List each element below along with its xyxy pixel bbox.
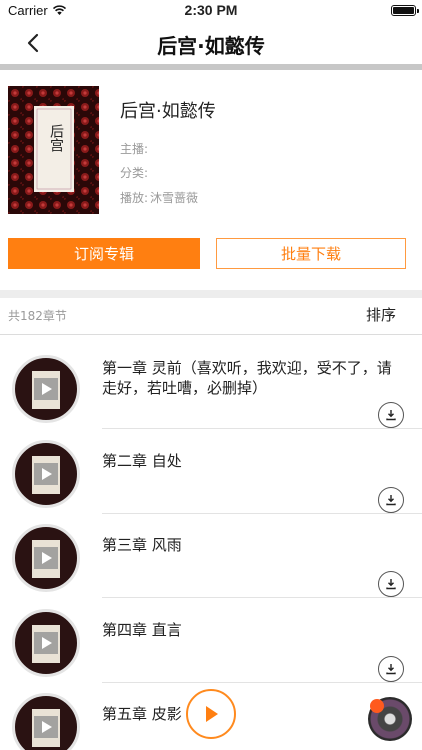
- list-divider: [0, 334, 422, 335]
- cover-text: 后宫: [48, 124, 64, 152]
- play-label: 播放:: [120, 191, 149, 205]
- episode-play-button[interactable]: [12, 440, 80, 508]
- download-icon[interactable]: [378, 487, 404, 513]
- episode-title: 第三章 风雨: [102, 536, 182, 554]
- episode-title: 第二章 自处: [102, 452, 182, 470]
- episode-play-button[interactable]: [12, 524, 80, 592]
- episode-play-button[interactable]: [12, 609, 80, 677]
- mini-player-disc[interactable]: [368, 697, 412, 741]
- play-icon: [34, 716, 58, 738]
- sort-button[interactable]: 排序: [366, 304, 396, 325]
- download-icon[interactable]: [378, 402, 404, 428]
- playing-indicator: [370, 699, 384, 713]
- play-icon: [34, 632, 58, 654]
- nav-divider: [0, 64, 422, 70]
- host-row: 主播:: [120, 140, 150, 157]
- floating-play-button[interactable]: [186, 689, 236, 739]
- episode-item[interactable]: 第四章 直言: [0, 599, 422, 683]
- chapter-count: 共182章节: [8, 309, 67, 323]
- download-icon[interactable]: [378, 571, 404, 597]
- battery-icon: [391, 5, 419, 16]
- category-row: 分类:: [120, 164, 150, 181]
- category-label: 分类:: [120, 166, 149, 180]
- episode-play-button[interactable]: [12, 693, 80, 750]
- episode-play-button[interactable]: [12, 355, 80, 423]
- subscribe-button[interactable]: 订阅专辑: [8, 238, 200, 269]
- episode-title: 第五章 皮影: [102, 705, 182, 723]
- play-icon: [34, 547, 58, 569]
- play-icon: [34, 463, 58, 485]
- download-icon[interactable]: [378, 656, 404, 682]
- album-cover: 后宫: [8, 86, 99, 214]
- status-bar: Carrier 2:30 PM: [0, 0, 422, 22]
- play-row: 播放: 沐雪蔷薇: [120, 189, 198, 206]
- batch-download-button[interactable]: 批量下载: [216, 238, 406, 269]
- episode-divider: [102, 597, 422, 598]
- episode-item[interactable]: 第三章 风雨: [0, 514, 422, 598]
- play-icon: [206, 706, 218, 722]
- album-title: 后宫·如懿传: [120, 101, 216, 122]
- nav-bar: 后宫·如懿传: [0, 22, 422, 64]
- host-label: 主播:: [120, 142, 149, 156]
- episode-item[interactable]: 第一章 灵前（喜欢听，我欢迎，受不了，请走好，若吐嘈，必删掉）: [0, 345, 422, 429]
- episode-divider: [102, 428, 422, 429]
- section-divider: [0, 290, 422, 298]
- episode-title: 第四章 直言: [102, 621, 182, 639]
- play-value: 沐雪蔷薇: [150, 191, 199, 205]
- play-icon: [34, 378, 58, 400]
- page-title: 后宫·如懿传: [157, 34, 265, 58]
- status-time: 2:30 PM: [184, 2, 238, 18]
- episode-title: 第一章 灵前（喜欢听，我欢迎，受不了，请走好，若吐嘈，必删掉）: [102, 359, 392, 397]
- episode-item[interactable]: 第二章 自处: [0, 430, 422, 514]
